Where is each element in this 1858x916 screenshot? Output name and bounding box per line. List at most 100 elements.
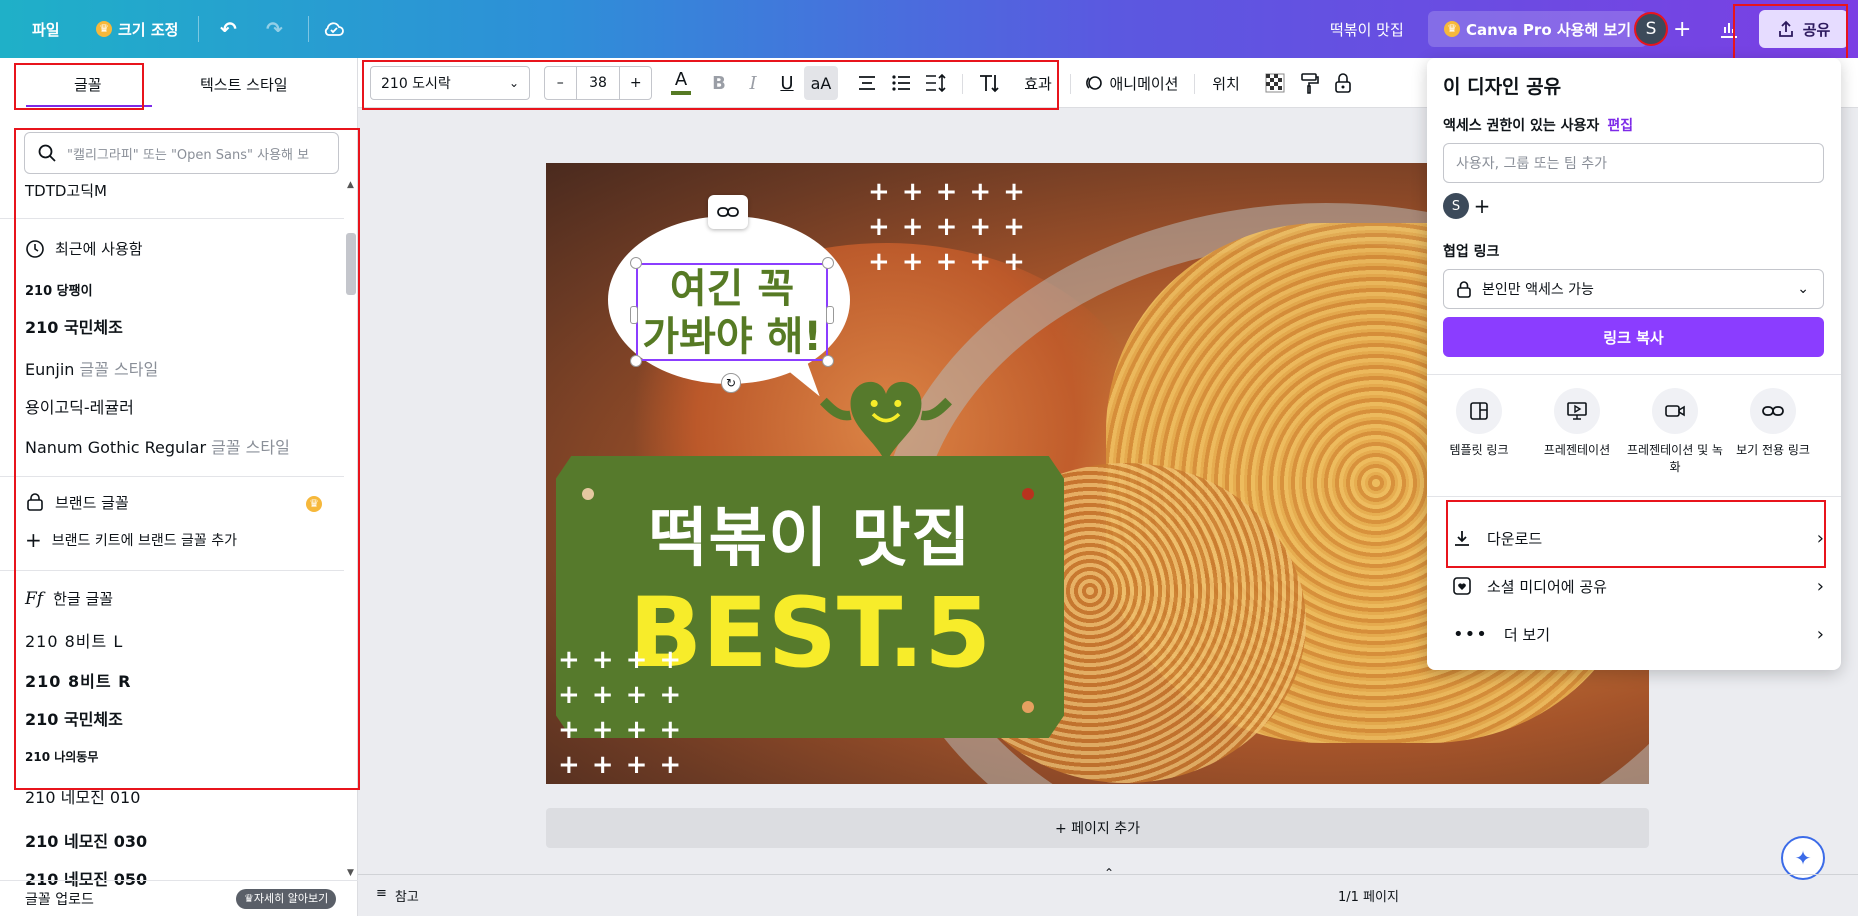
upload-font-button[interactable]: 글꼴 업로드	[25, 889, 94, 909]
notes-icon: ≡	[376, 886, 387, 901]
animate-button[interactable]: 애니메이션	[1080, 66, 1184, 100]
add-brand-font-button[interactable]: + 브랜드 키트에 브랜드 글꼴 추가	[25, 528, 237, 552]
option-label: 프레젠테이션 및 녹화	[1627, 443, 1723, 474]
redo-icon[interactable]: ↷	[266, 14, 283, 44]
card-title-text[interactable]: 떡볶이 맛집	[556, 503, 1064, 575]
add-page-button[interactable]: + 페이지 추가	[546, 808, 1649, 848]
collaborator-avatar[interactable]: S	[1443, 193, 1469, 219]
italic-button[interactable]: I	[736, 66, 770, 100]
divider	[1427, 374, 1841, 375]
font-size-input[interactable]: 38	[575, 67, 621, 99]
add-collaborator-icon[interactable]: +	[1471, 193, 1493, 219]
social-share-row[interactable]: 소셜 미디어에 공유 ›	[1443, 566, 1824, 606]
clock-icon	[26, 239, 44, 258]
view-only-link-option[interactable]: 보기 전용 링크	[1725, 388, 1821, 459]
notes-button[interactable]: ≡ 참고	[376, 886, 419, 905]
resize-handle[interactable]	[630, 257, 642, 269]
more-options-row[interactable]: ••• 더 보기 ›	[1443, 614, 1824, 654]
share-button[interactable]: 공유	[1759, 10, 1848, 48]
file-menu[interactable]: 파일	[32, 14, 60, 44]
presentation-option[interactable]: 프레젠테이션	[1529, 388, 1625, 459]
font-item[interactable]: 210 국민체조	[25, 314, 123, 338]
text-direction-icon[interactable]	[972, 66, 1006, 100]
effects-button[interactable]: 효과	[1016, 66, 1060, 100]
rotate-icon[interactable]: ↻	[721, 373, 741, 393]
tab-fonts[interactable]: 글꼴	[74, 74, 102, 95]
transparency-icon[interactable]	[1258, 66, 1292, 100]
scroll-down-icon[interactable]: ▼	[347, 868, 354, 878]
crown-icon: ♛	[1444, 21, 1460, 37]
font-style-hint: 글꼴 스타일	[211, 438, 290, 457]
present-and-record-option[interactable]: 프레젠테이션 및 녹화	[1627, 388, 1723, 476]
list-icon[interactable]	[884, 66, 918, 100]
underline-button[interactable]: U	[770, 66, 804, 100]
selected-text-box[interactable]: 여긴 꼭 가봐야 해!	[636, 263, 828, 361]
resize-handle[interactable]	[630, 355, 642, 367]
font-item[interactable]: 210 나의동무	[25, 748, 98, 765]
decrease-size-button[interactable]: –	[545, 75, 576, 91]
increase-size-button[interactable]: +	[620, 75, 651, 91]
paint-format-icon[interactable]	[1292, 66, 1326, 100]
font-name: Eunjin	[25, 360, 75, 379]
font-item[interactable]: Nanum Gothic Regular 글꼴 스타일	[25, 434, 290, 458]
align-center-icon[interactable]	[850, 66, 884, 100]
font-item[interactable]: 용이고딕-레귤러	[25, 394, 134, 418]
add-people-input[interactable]: 사용자, 그룹 또는 팀 추가	[1443, 143, 1824, 183]
access-label: 액세스 권한이 있는 사용자 편집	[1443, 115, 1633, 135]
font-item[interactable]: TDTD고딕M	[25, 180, 107, 201]
bold-button[interactable]: B	[702, 66, 736, 100]
resize-handle[interactable]	[822, 257, 834, 269]
learn-more-label: 자세히 알아보기	[253, 892, 329, 905]
korean-fonts-label: 한글 글꼴	[53, 590, 114, 608]
learn-more-badge[interactable]: ♛자세히 알아보기	[236, 889, 337, 909]
font-name: 210 당팽이	[25, 284, 93, 299]
link-icon[interactable]	[708, 195, 748, 229]
font-item[interactable]: 210 8비트 L	[25, 628, 123, 652]
font-item[interactable]: 210 당팽이	[25, 280, 93, 299]
card-dot-decoration	[582, 488, 594, 500]
font-item[interactable]: Eunjin 글꼴 스타일	[25, 356, 158, 380]
divider	[1427, 496, 1841, 497]
page-indicator[interactable]: 1/1 페이지	[1338, 886, 1399, 905]
font-family-select[interactable]: 210 도시락 ⌄	[370, 66, 530, 100]
scrollbar[interactable]	[346, 233, 356, 295]
link-access-select[interactable]: 본인만 액세스 가능 ⌄	[1443, 269, 1824, 309]
brand-fonts-header: 브랜드 글꼴	[25, 492, 129, 513]
font-search-input[interactable]: "캘리그라피" 또는 "Open Sans" 사용해 보	[24, 132, 339, 174]
notes-label: 참고	[394, 890, 419, 905]
download-row[interactable]: 다운로드 ›	[1443, 518, 1824, 558]
active-tab-indicator	[26, 105, 152, 107]
font-item[interactable]: 210 국민체조	[25, 706, 123, 730]
text-color-button[interactable]: A	[664, 66, 698, 100]
try-pro-button[interactable]: ♛ Canva Pro 사용해 보기	[1428, 11, 1648, 47]
spacing-icon[interactable]	[918, 66, 952, 100]
resize-handle[interactable]	[630, 306, 638, 324]
edit-access-link[interactable]: 편집	[1607, 118, 1633, 134]
copy-link-button[interactable]: 링크 복사	[1443, 317, 1824, 357]
chevron-right-icon: ›	[1816, 575, 1824, 597]
avatar-letter: S	[1645, 19, 1657, 39]
user-avatar[interactable]: S	[1634, 12, 1668, 46]
font-item[interactable]: 210 8비트 R	[25, 668, 131, 692]
undo-icon[interactable]: ↶	[220, 14, 237, 44]
document-title[interactable]: 떡볶이 맛집	[1330, 14, 1404, 44]
template-link-option[interactable]: 템플릿 링크	[1431, 388, 1527, 459]
position-button[interactable]: 위치	[1204, 66, 1248, 100]
tab-text-styles[interactable]: 텍스트 스타일	[200, 74, 288, 95]
resize-handle[interactable]	[822, 355, 834, 367]
separator	[1070, 74, 1071, 94]
lock-icon[interactable]	[1326, 66, 1360, 100]
resize-button[interactable]: ♛ 크기 조정	[96, 14, 178, 44]
font-item[interactable]: 210 네모진 010	[25, 784, 140, 808]
resize-handle[interactable]	[826, 306, 834, 324]
letter-case-button[interactable]: aA	[804, 66, 838, 100]
font-item[interactable]: 210 네모진 030	[25, 828, 147, 852]
cloud-saved-icon[interactable]	[322, 14, 346, 44]
add-collaborator-icon[interactable]: +	[1673, 14, 1691, 44]
chevron-up-icon[interactable]: ⌃	[1104, 866, 1114, 880]
scroll-up-icon[interactable]: ▲	[347, 180, 354, 190]
share-panel-title: 이 디자인 공유	[1443, 76, 1562, 98]
chevron-down-icon: ⌄	[1797, 281, 1809, 297]
panel-tabs: 글꼴 텍스트 스타일	[0, 58, 358, 108]
insights-icon[interactable]	[1718, 14, 1740, 44]
